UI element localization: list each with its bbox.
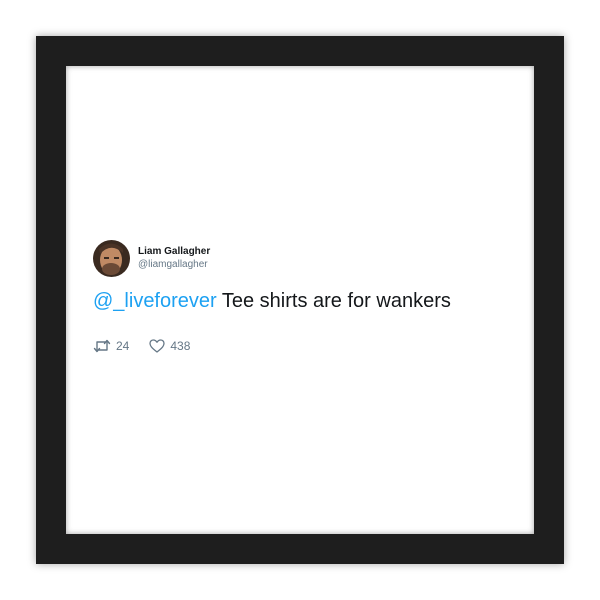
display-name[interactable]: Liam Gallagher [138,246,210,259]
user-handle[interactable]: @liamgallagher [138,259,210,272]
retweet-stat[interactable]: 24 [93,339,129,353]
picture-frame: Liam Gallagher @liamgallagher @_livefore… [36,36,564,564]
tweet-card: Liam Gallagher @liamgallagher @_livefore… [93,240,513,353]
retweet-icon [93,339,111,353]
heart-icon [149,339,166,353]
tweet-stats: 24 438 [93,339,513,353]
retweet-count: 24 [116,339,130,353]
frame-mat: Liam Gallagher @liamgallagher @_livefore… [66,66,534,534]
tweet-text: @_liveforever Tee shirts are for wankers [93,290,513,313]
tweet-body: Tee shirts are for wankers [216,290,451,312]
like-count: 438 [170,339,191,353]
user-names: Liam Gallagher @liamgallagher [138,246,210,271]
like-stat[interactable]: 438 [149,339,190,353]
avatar[interactable] [93,240,130,277]
mention-link[interactable]: @_liveforever [93,290,217,312]
tweet-header: Liam Gallagher @liamgallagher [93,240,513,277]
